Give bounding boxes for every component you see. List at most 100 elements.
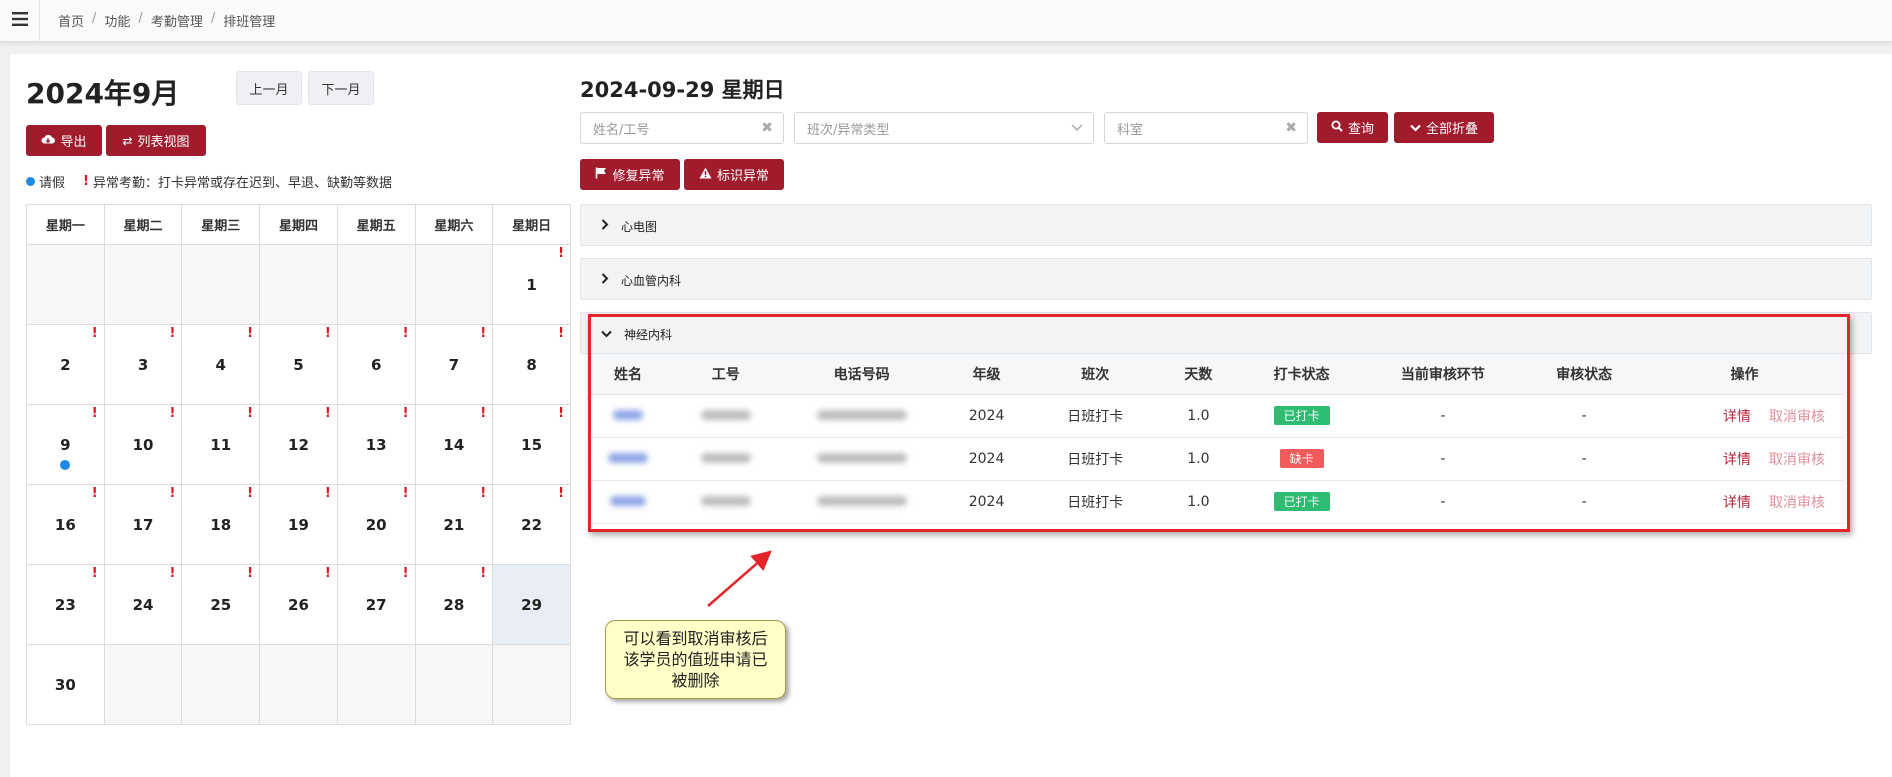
calendar-day-cell[interactable]: 28!	[414, 564, 494, 645]
calendar-day-cell[interactable]: 29	[492, 564, 571, 645]
calendar-day-cell[interactable]: 2!	[26, 324, 105, 405]
calendar-day-cell[interactable]: 19!	[259, 484, 338, 565]
group-cardiology[interactable]: 心血管内科	[580, 258, 1872, 300]
day-number: 18	[210, 515, 232, 534]
calendar-day-cell[interactable]: 23!	[26, 564, 105, 645]
abnormal-exclamation-icon: !	[324, 486, 331, 501]
day-number: 28	[443, 595, 465, 614]
calendar-day-cell[interactable]: 24!	[103, 564, 183, 645]
calendar-day-cell[interactable]: 30	[26, 644, 105, 725]
day-number: 24	[132, 595, 154, 614]
detail-link[interactable]: 详情	[1723, 409, 1751, 425]
cancel-review-link[interactable]: 取消审核	[1769, 495, 1825, 511]
group-ecg[interactable]: 心电图	[580, 204, 1872, 246]
calendar-day-cell[interactable]: 11!	[181, 404, 261, 485]
breadcrumb-item-function[interactable]: 功能	[104, 11, 130, 30]
mark-abnormal-label: 标识异常	[716, 169, 769, 184]
abnormal-exclamation-icon: !	[402, 566, 409, 581]
exchange-icon: ⇄	[122, 133, 133, 148]
calendar-day-cell[interactable]: 3!	[103, 324, 183, 405]
breadcrumb-item-attendance[interactable]: 考勤管理	[151, 11, 203, 30]
calendar-day-cell[interactable]: 1!	[492, 244, 571, 325]
group-header[interactable]: 神经内科	[581, 313, 1871, 355]
group-header[interactable]: 心血管内科	[581, 259, 1871, 301]
name-search-input[interactable]: 姓名/工号 ✖	[580, 112, 784, 144]
prev-month-button[interactable]: 上一月	[236, 71, 302, 105]
phone-cell	[785, 394, 938, 438]
weekday-header: 星期一	[26, 204, 105, 245]
calendar-day-cell[interactable]: 27!	[336, 564, 416, 645]
review-status-cell: -	[1524, 480, 1644, 524]
review-status-cell: -	[1524, 394, 1644, 438]
cancel-review-link[interactable]: 取消审核	[1769, 452, 1825, 468]
phone-cell	[785, 480, 938, 524]
group-neurology[interactable]: 神经内科	[580, 312, 1872, 354]
abnormal-exclamation-icon: !	[247, 566, 254, 581]
menu-toggle-button[interactable]	[0, 0, 40, 42]
calendar-day-cell[interactable]: 14!	[414, 404, 494, 485]
breadcrumb-separator: /	[92, 11, 97, 26]
name-cell[interactable]	[590, 394, 667, 438]
calendar-day-cell[interactable]: 4!	[181, 324, 261, 405]
column-header: 打卡状态	[1241, 354, 1362, 395]
calendar-day-cell[interactable]: 21!	[414, 484, 494, 565]
calendar-empty-cell	[336, 644, 416, 725]
calendar-day-cell[interactable]: 17!	[103, 484, 183, 565]
next-month-button[interactable]: 下一月	[308, 71, 374, 105]
column-header: 电话号码	[785, 354, 938, 395]
calendar-day-cell[interactable]: 5!	[259, 324, 338, 405]
day-number: 8	[526, 355, 537, 374]
clear-icon[interactable]: ✖	[761, 120, 773, 136]
calendar-week-row: 23! 24! 25! 26! 27! 28! 29	[26, 564, 571, 645]
list-view-button[interactable]: ⇄ 列表视图	[106, 125, 206, 156]
collapse-all-button[interactable]: 全部折叠	[1394, 112, 1494, 143]
mark-abnormal-button[interactable]: 标识异常	[684, 159, 784, 190]
day-number: 13	[365, 435, 387, 454]
calendar-day-cell[interactable]: 20!	[336, 484, 416, 565]
chevron-down-icon	[1071, 121, 1083, 135]
abnormal-exclamation-icon: !	[169, 326, 176, 341]
department-input[interactable]: 科室 ✖	[1104, 112, 1308, 144]
day-number: 25	[210, 595, 232, 614]
column-header: 姓名	[590, 354, 667, 395]
name-cell[interactable]	[590, 437, 667, 481]
calendar-day-cell[interactable]: 26!	[259, 564, 338, 645]
breadcrumb-item-home[interactable]: 首页	[58, 11, 84, 30]
redacted-text	[700, 452, 751, 463]
schedule-table: 姓名 工号 电话号码 年级 班次 天数 打卡状态 当前审核环节 审核状态 操作 2024 日班打卡 1…	[590, 354, 1845, 524]
calendar-day-cell[interactable]: 8!	[492, 324, 571, 405]
name-cell[interactable]	[590, 480, 667, 524]
fix-abnormal-button[interactable]: 修复异常	[580, 159, 680, 190]
column-header: 工号	[666, 354, 786, 395]
calendar-grid: 星期一 星期二 星期三 星期四 星期五 星期六 星期日 1! 2! 3! 4! 5! 6! 7! 8! 9!…	[26, 204, 571, 725]
weekday-header: 星期日	[492, 204, 571, 245]
calendar-day-cell[interactable]: 22!	[492, 484, 571, 565]
calendar-day-cell[interactable]: 7!	[414, 324, 494, 405]
calendar-day-cell[interactable]: 16!	[26, 484, 105, 565]
weekday-header: 星期六	[414, 204, 494, 245]
cancel-review-link[interactable]: 取消审核	[1769, 409, 1825, 425]
calendar-day-cell[interactable]: 15!	[492, 404, 571, 485]
query-button[interactable]: 查询	[1317, 112, 1388, 143]
export-button[interactable]: 导出	[26, 125, 102, 156]
clear-icon[interactable]: ✖	[1285, 120, 1297, 136]
calendar-day-cell[interactable]: 25!	[181, 564, 261, 645]
calendar-day-cell[interactable]: 18!	[181, 484, 261, 565]
group-title: 心电图	[621, 219, 658, 234]
day-number: 14	[443, 435, 465, 454]
search-icon	[1331, 120, 1343, 135]
detail-link[interactable]: 详情	[1723, 495, 1751, 511]
status-badge: 缺卡	[1279, 449, 1324, 468]
shift-type-select[interactable]: 班次/异常类型	[794, 112, 1094, 144]
fix-abnormal-label: 修复异常	[612, 169, 665, 184]
calendar-day-cell[interactable]: 9!	[26, 404, 105, 485]
column-header: 当前审核环节	[1361, 354, 1525, 395]
group-header[interactable]: 心电图	[581, 205, 1871, 247]
calendar-day-cell[interactable]: 12!	[259, 404, 338, 485]
calendar-day-cell[interactable]: 13!	[336, 404, 416, 485]
calendar-day-cell[interactable]: 10!	[103, 404, 183, 485]
detail-link[interactable]: 详情	[1723, 452, 1751, 468]
annotation-callout: 可以看到取消审核后 该学员的值班申请已 被删除	[605, 620, 786, 699]
day-number: 7	[448, 355, 460, 374]
calendar-day-cell[interactable]: 6!	[336, 324, 416, 405]
